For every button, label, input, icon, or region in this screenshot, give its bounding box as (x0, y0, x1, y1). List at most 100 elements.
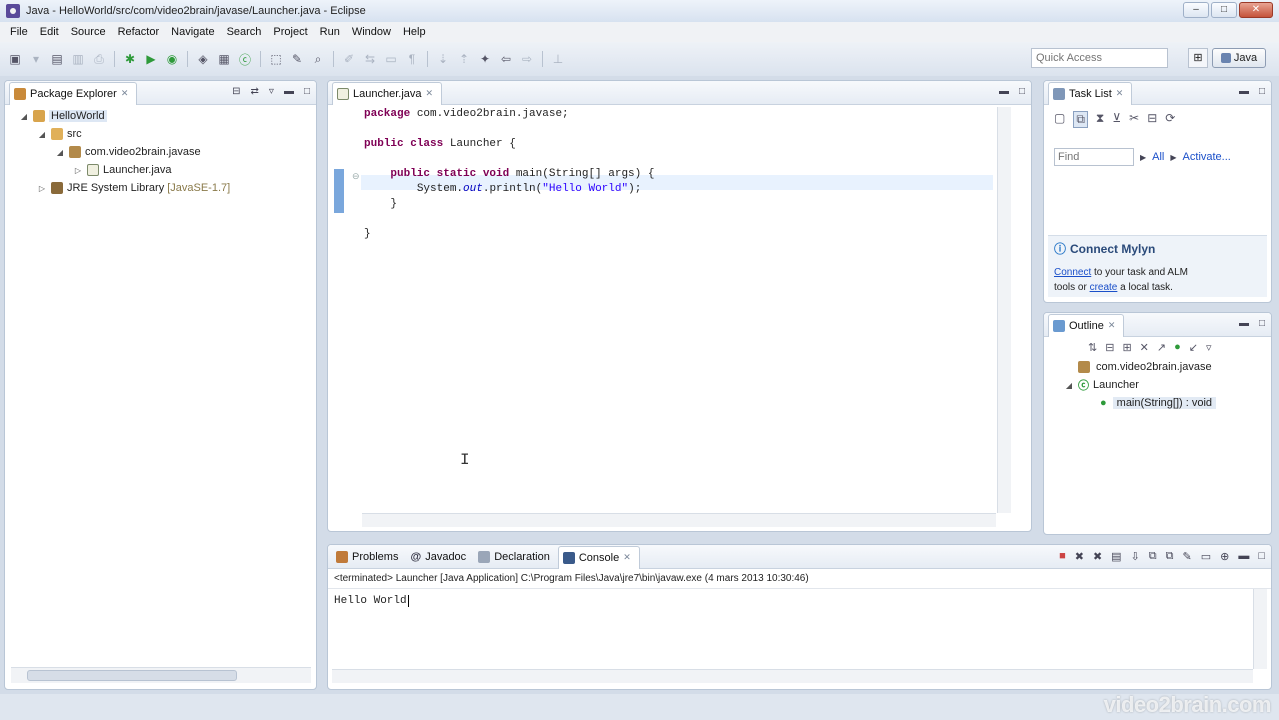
new-task-icon[interactable]: ▢ (1054, 111, 1065, 128)
minimize-view-icon[interactable]: ▬ (1239, 86, 1249, 97)
menu-window[interactable]: Window (346, 26, 397, 38)
new-class-icon[interactable]: ⓒ (236, 51, 254, 67)
menu-project[interactable]: Project (267, 26, 313, 38)
code-editor[interactable]: package com.video2brain.javase; public c… (364, 107, 654, 242)
open-task-icon[interactable]: ✎ (288, 51, 306, 67)
outline-item-method[interactable]: ● main(String[]) : void (1064, 394, 1271, 412)
print-icon[interactable]: ⎙ (90, 51, 108, 67)
debug-icon[interactable]: ✱ (121, 51, 139, 67)
close-tab-icon[interactable]: ✕ (623, 552, 631, 563)
horizontal-scrollbar[interactable] (362, 513, 996, 527)
horizontal-scrollbar[interactable] (11, 667, 311, 683)
quick-access-input[interactable] (1031, 48, 1168, 68)
scheduled-icon[interactable]: ⧗ (1096, 111, 1104, 128)
show-stdout-icon[interactable]: ⧉ (1149, 550, 1157, 563)
show-whitespace-icon[interactable]: ¶ (403, 51, 421, 67)
public-member-icon[interactable]: ● (1174, 341, 1181, 354)
close-button[interactable]: ✕ (1239, 2, 1273, 18)
synchronize-icon[interactable]: ⟳ (1165, 111, 1175, 128)
tab-launcher-java[interactable]: Launcher.java ✕ (332, 81, 443, 105)
expand-icon[interactable]: ▷ (73, 166, 83, 175)
minimize-button[interactable]: – (1183, 2, 1209, 18)
sort-icon[interactable]: ⇅ (1088, 341, 1097, 354)
hide-nonpublic-icon[interactable]: ↗ (1157, 341, 1166, 354)
expand-icon[interactable]: ◢ (19, 112, 29, 121)
tree-item-src[interactable]: ◢ src (19, 125, 316, 143)
run-icon[interactable]: ▶ (142, 51, 160, 67)
new-java-project-icon[interactable]: ◈ (194, 51, 212, 67)
tab-console[interactable]: Console ✕ (557, 545, 640, 569)
tree-item-launcher-java[interactable]: ▷ Launcher.java (19, 161, 316, 179)
all-link[interactable]: All (1152, 151, 1164, 163)
expand-icon[interactable]: ◢ (1064, 381, 1074, 390)
maximize-view-icon[interactable]: □ (1019, 86, 1025, 97)
terminate-icon[interactable]: ■ (1059, 550, 1066, 563)
connect-link[interactable]: Connect (1054, 267, 1091, 278)
maximize-view-icon[interactable]: □ (1259, 86, 1265, 97)
block-selection-icon[interactable]: ▭ (382, 51, 400, 67)
new-package-icon[interactable]: ▦ (215, 51, 233, 67)
outline-item-package[interactable]: com.video2brain.javase (1064, 358, 1271, 376)
next-annotation-icon[interactable]: ⇣ (434, 51, 452, 67)
scrollbar-thumb[interactable] (27, 670, 237, 681)
console-output[interactable]: Hello World (328, 588, 1271, 607)
display-console-icon[interactable]: ▭ (1201, 550, 1211, 563)
menu-help[interactable]: Help (397, 26, 432, 38)
minimize-view-icon[interactable]: ▬ (999, 86, 1009, 97)
expand-icon[interactable]: ◢ (55, 148, 65, 157)
forward-icon[interactable]: ⇨ (518, 51, 536, 67)
link-with-editor-icon[interactable]: ⇄ (251, 86, 259, 97)
categorized-icon[interactable]: ⧉ (1073, 111, 1088, 128)
expand-icon[interactable]: ◢ (37, 130, 47, 139)
pin-editor-icon[interactable]: ⊥ (549, 51, 567, 67)
new-icon[interactable]: ▣ (6, 51, 24, 67)
filter-icon[interactable]: ⊻ (1112, 111, 1121, 128)
hide-local-types-icon[interactable]: ↙ (1189, 341, 1198, 354)
scroll-lock-icon[interactable]: ⇩ (1131, 550, 1140, 563)
menu-run[interactable]: Run (314, 26, 346, 38)
tab-problems[interactable]: Problems (332, 546, 406, 568)
activate-link[interactable]: Activate... (1183, 151, 1231, 163)
remove-all-terminated-icon[interactable]: ✖ (1093, 550, 1102, 563)
maximize-view-icon[interactable]: □ (1258, 550, 1265, 563)
menu-navigate[interactable]: Navigate (165, 26, 220, 38)
new-dropdown-icon[interactable]: ▾ (27, 51, 45, 67)
tree-item-jre-library[interactable]: ▷ JRE System Library [JavaSE-1.7] (19, 179, 316, 197)
menu-refactor[interactable]: Refactor (112, 26, 166, 38)
maximize-view-icon[interactable]: □ (1259, 318, 1265, 329)
fold-icon[interactable]: ⊖ (352, 171, 360, 182)
tab-task-list[interactable]: Task List ✕ (1048, 81, 1133, 105)
tab-package-explorer[interactable]: Package Explorer ✕ (9, 81, 138, 105)
close-tab-icon[interactable]: ✕ (1108, 320, 1116, 331)
tree-item-project[interactable]: ◢ HelloWorld (19, 107, 316, 125)
external-tools-icon[interactable]: ◉ (163, 51, 181, 67)
previous-annotation-icon[interactable]: ⇡ (455, 51, 473, 67)
tree-item-package[interactable]: ◢ com.video2brain.javase (19, 143, 316, 161)
hide-completed-icon[interactable]: ✂ (1129, 111, 1139, 128)
view-menu-icon[interactable]: ▿ (1206, 341, 1212, 354)
hide-fields-icon[interactable]: ⊞ (1122, 341, 1131, 354)
hide-static-icon[interactable]: ✕ (1140, 341, 1149, 354)
menu-edit[interactable]: Edit (34, 26, 65, 38)
maximize-view-icon[interactable]: □ (304, 86, 310, 97)
clear-console-icon[interactable]: ▤ (1111, 550, 1121, 563)
back-icon[interactable]: ⇦ (497, 51, 515, 67)
open-console-icon[interactable]: ⊕ (1220, 550, 1229, 563)
close-tab-icon[interactable]: ✕ (121, 88, 129, 99)
save-icon[interactable]: ▤ (48, 51, 66, 67)
remove-launch-icon[interactable]: ✖ (1075, 550, 1084, 563)
outline-item-class[interactable]: ◢ ⓒ Launcher (1064, 376, 1271, 394)
create-link[interactable]: create (1090, 282, 1118, 293)
minimize-view-icon[interactable]: ▬ (1238, 550, 1249, 563)
close-tab-icon[interactable]: ✕ (426, 88, 434, 99)
view-menu-icon[interactable]: ▿ (269, 86, 274, 97)
collapse-all-icon[interactable]: ⊟ (232, 86, 240, 97)
collapse-all-icon[interactable]: ⊟ (1105, 341, 1114, 354)
menu-source[interactable]: Source (65, 26, 112, 38)
tab-declaration[interactable]: Declaration (474, 546, 558, 568)
toggle-mark-occurrences-icon[interactable]: ✐ (340, 51, 358, 67)
menu-search[interactable]: Search (221, 26, 268, 38)
open-type-icon[interactable]: ⬚ (267, 51, 285, 67)
search-icon[interactable]: ⌕ (309, 51, 327, 67)
collapse-all-icon[interactable]: ⊟ (1147, 111, 1157, 128)
